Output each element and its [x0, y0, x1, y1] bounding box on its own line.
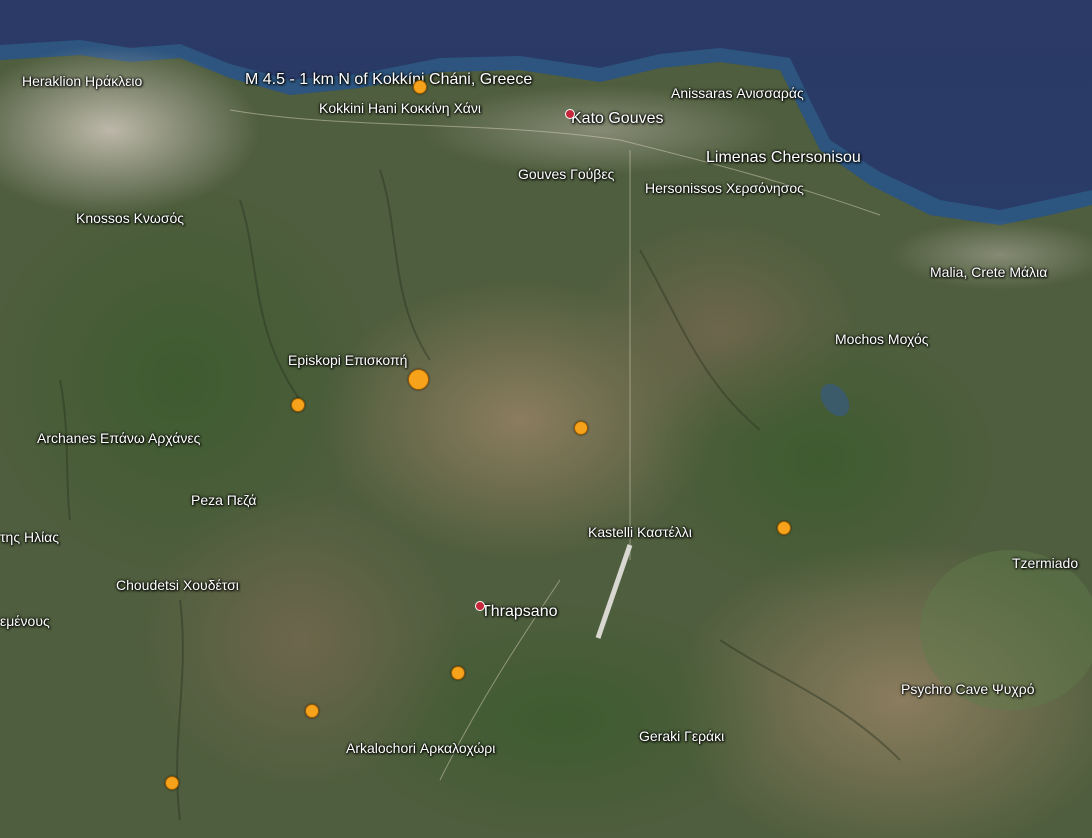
- earthquake-marker[interactable]: [305, 704, 319, 718]
- earthquake-marker[interactable]: [777, 521, 791, 535]
- place-label-heraklion: Heraklion Ηράκλειο: [22, 73, 143, 89]
- place-label-gouves: Gouves Γούβες: [518, 166, 615, 182]
- place-label-kastelli: Kastelli Καστέλλι: [588, 524, 692, 540]
- place-label-arkalochori: Arkalochori Αρκαλοχώρι: [346, 740, 496, 756]
- place-label-knossos: Knossos Κνωσός: [76, 210, 185, 226]
- place-label-menous: εμένους: [0, 613, 50, 629]
- place-label-geraki: Geraki Γεράκι: [639, 728, 725, 744]
- place-label-thrapsano: Thrapsano: [481, 603, 558, 620]
- place-label-peza: Peza Πεζά: [191, 492, 257, 508]
- place-label-mochos: Mochos Μοχός: [835, 331, 929, 347]
- earthquake-marker[interactable]: [408, 369, 429, 390]
- town-pin-thrapsano[interactable]: [475, 601, 485, 611]
- place-label-archanes: Archanes Επάνω Αρχάνες: [37, 430, 201, 446]
- place-label-kato-gouves: Kato Gouves: [571, 110, 664, 127]
- place-label-episkopi: Episkopi Επισκοπή: [288, 352, 408, 368]
- place-label-anissaras: Anissaras Ανισσαράς: [671, 85, 804, 101]
- satellite-map[interactable]: M 4.5 - 1 km N of Kokkíni Cháni, Greece …: [0, 0, 1092, 838]
- place-label-limenas: Limenas Chersonisou: [706, 149, 861, 166]
- place-label-malia: Malia, Crete Μάλια: [930, 264, 1048, 280]
- satellite-terrain: [0, 0, 1092, 838]
- place-label-kokkini-hani: Kokkini Hani Κοκκίνη Χάνι: [319, 100, 481, 116]
- earthquake-marker[interactable]: [291, 398, 305, 412]
- event-title: M 4.5 - 1 km N of Kokkíni Cháni, Greece: [245, 71, 533, 88]
- place-label-choudetsi: Choudetsi Χουδέτσι: [116, 577, 239, 593]
- earthquake-marker-epicenter[interactable]: [413, 80, 427, 94]
- place-label-psychro: Psychro Cave Ψυχρό: [901, 681, 1035, 697]
- town-pin-kato-gouves[interactable]: [565, 109, 575, 119]
- place-label-hersonissos: Hersonissos Χερσόνησος: [645, 180, 804, 196]
- earthquake-marker[interactable]: [574, 421, 588, 435]
- place-label-tzermiado: Tzermiado: [1012, 555, 1079, 571]
- earthquake-marker[interactable]: [451, 666, 465, 680]
- earthquake-marker[interactable]: [165, 776, 179, 790]
- place-label-profitis-ilias: της Ηλίας: [0, 529, 60, 545]
